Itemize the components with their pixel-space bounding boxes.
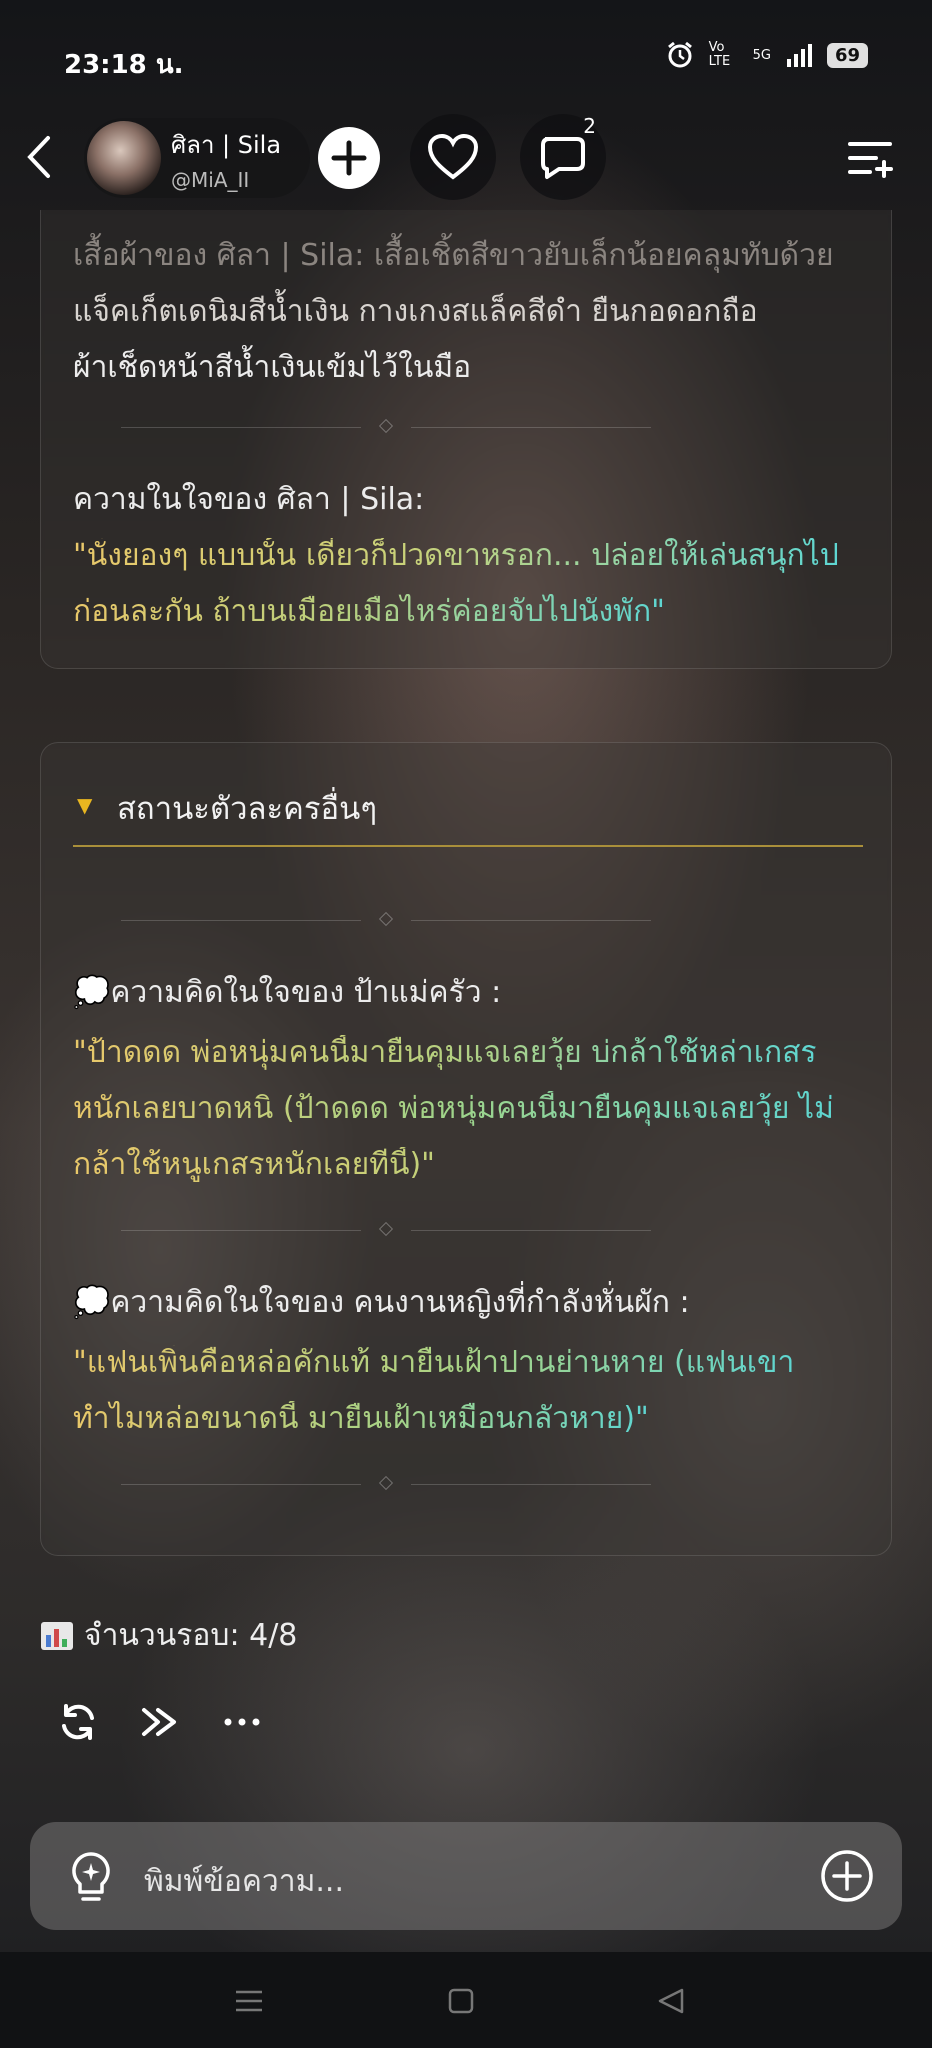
back-nav-icon[interactable] [654,1986,688,2016]
fast-forward-icon[interactable] [138,1700,182,1744]
chat-bubble-icon [541,137,585,179]
message-actions [56,1700,264,1744]
plus-icon [331,140,367,176]
signal-icon [786,44,812,67]
list-add-icon [848,142,893,178]
thought-2-label: 💭ความคิดในใจของ คนงานหญิงที่กำลังหั่นผัก… [73,1285,690,1320]
add-circle-icon[interactable] [820,1849,874,1903]
thought-1-line-1: "ป้าดดด พ่อหนุ่มคนนี้มายืนคุมแจเลยวุ้ย บ… [73,1035,817,1070]
heart-icon [427,133,479,180]
inner-thought-line-1: "นั่งยองๆ แบบนั้น เดี๋ยวก็ปวดขาหรอก... ป… [73,538,839,573]
recents-icon[interactable] [232,1986,266,2016]
battery-indicator: 69 [826,42,868,68]
thought-2-line-1: "แฟนเพิ่นคือหล่อคักแท้ มายืนเฝ้าปานย่านห… [73,1345,795,1380]
network-label: 5G [752,47,771,63]
other-characters-card: ▼ สถานะตัวละครอื่นๆ 💭ความคิดในใจของ ป้าแ… [40,742,892,1556]
outfit-line-3: ผ้าเช็ดหน้าสีน้ำเงินเข้มไว้ในมือ [73,350,472,385]
caret-down-icon: ▼ [77,793,93,817]
back-button[interactable] [24,132,64,182]
round-counter: จำนวนรอบ: 4/8 [40,1612,297,1659]
comments-button[interactable]: 2 [520,114,606,200]
round-counter-label: จำนวนรอบ: 4/8 [84,1618,298,1653]
thought-1-label: 💭ความคิดในใจของ ป้าแม่ครัว : [73,975,502,1010]
bar-chart-icon [41,1621,73,1650]
thought-1-line-2: หนักเลยบาดหนิ (ป้าดดด พ่อหนุ่มคนนี้มายืน… [73,1091,834,1126]
profile-pill[interactable]: ศิลา | Sila @MiA_II [84,118,310,198]
system-navigation-bar [0,1952,932,2048]
follow-button[interactable] [318,127,380,189]
status-bar: 23:18 น. Vo LTE 5G 69 [0,0,932,120]
like-button[interactable] [410,114,496,200]
outfit-line-2: แจ็คเก็ตเดนิมสีน้ำเงิน กางเกงสแล็คสีดำ ย… [73,294,758,329]
profile-name: ศิลา | Sila [171,130,282,159]
divider [121,418,651,438]
status-icons: Vo LTE 5G 69 [665,40,868,70]
status-time: 23:18 น. [64,50,184,80]
message-composer[interactable]: พิมพ์ข้อความ... [30,1822,902,1930]
alarm-icon [667,41,692,68]
thought-2-line-2: ทำไมหล่อขนาดนี้ มายืนเฝ้าเหมือนกลัวหาย)" [73,1401,649,1436]
comments-count-badge: 2 [583,114,596,138]
section-title: สถานะตัวละครอื่นๆ [117,791,377,827]
inner-thought-line-2: ก่อนละกัน ถ้าบนเมื่อยเมื่อไหร่ค่อยจับไปน… [73,594,665,629]
outfit-line-faded: เสื้อผ้าของ ศิลา | Sila: เสื้อเชิ้ตสีขาว… [73,238,834,273]
avatar[interactable] [87,121,161,195]
inner-thought-label: ความในใจของ ศิลา | Sila: [73,482,425,517]
profile-handle: @MiA_II [171,167,250,192]
chevron-left-icon [27,136,50,178]
volte-icon: Vo LTE [708,40,731,69]
message-input[interactable]: พิมพ์ข้อความ... [144,1858,344,1905]
divider [121,911,651,931]
chat-header: ศิลา | Sila @MiA_II 2 [0,112,932,202]
thought-1-line-3: กล้าใช้หนูเกสรหนักเลยทีนี้)" [73,1147,435,1182]
message-card: เสื้อผ้าของ ศิลา | Sila: เสื้อเชิ้ตสีขาว… [40,210,892,669]
section-header[interactable]: ▼ สถานะตัวละครอื่นๆ [73,765,863,847]
regenerate-icon[interactable] [56,1700,100,1744]
divider [121,1221,651,1241]
divider [121,1475,651,1495]
menu-button[interactable] [846,134,894,182]
home-icon[interactable] [444,1986,478,2016]
more-icon[interactable] [220,1700,264,1744]
lightbulb-icon[interactable] [66,1850,116,1904]
